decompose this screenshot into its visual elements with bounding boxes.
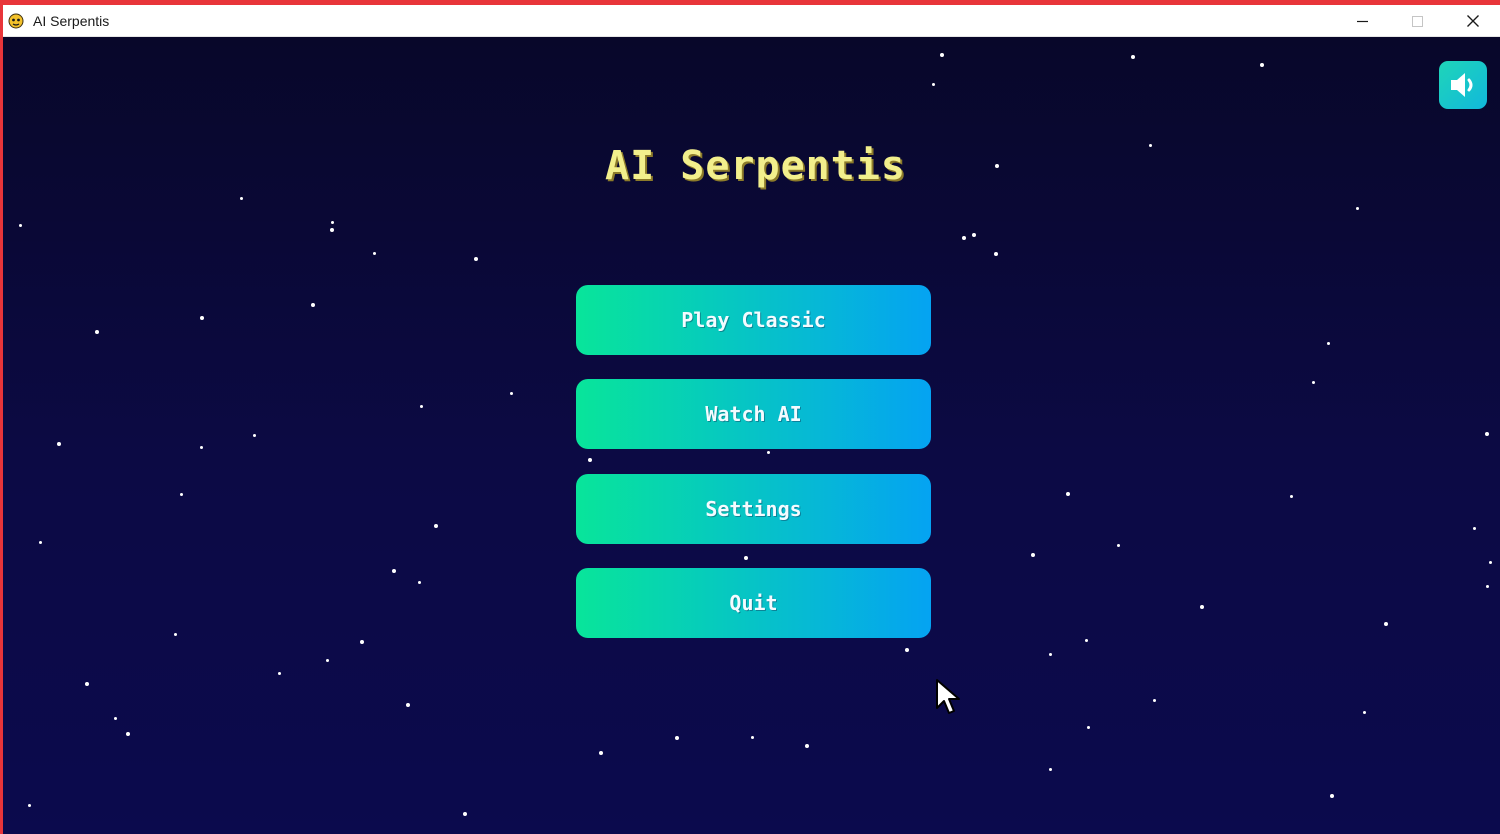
- star: [940, 53, 944, 57]
- star: [1200, 605, 1204, 609]
- star: [39, 541, 42, 544]
- star: [1473, 527, 1476, 530]
- quit-button[interactable]: Quit: [576, 568, 931, 638]
- star: [1489, 561, 1492, 564]
- star: [373, 252, 376, 255]
- star: [1085, 639, 1088, 642]
- star: [392, 569, 396, 573]
- window-controls: [1335, 5, 1500, 37]
- star: [905, 648, 909, 652]
- star: [240, 197, 243, 200]
- star: [1290, 495, 1293, 498]
- star: [1066, 492, 1070, 496]
- star: [1356, 207, 1359, 210]
- close-button[interactable]: [1445, 5, 1500, 37]
- star: [331, 221, 334, 224]
- star: [767, 451, 770, 454]
- star: [360, 640, 364, 644]
- star: [1131, 55, 1135, 59]
- star: [474, 257, 478, 261]
- star: [200, 446, 203, 449]
- sound-toggle-button[interactable]: [1439, 61, 1487, 109]
- star: [1384, 622, 1388, 626]
- star: [463, 812, 467, 816]
- minimize-icon: [1357, 20, 1368, 22]
- star: [200, 316, 204, 320]
- star: [1363, 711, 1366, 714]
- game-title: AI Serpentis: [605, 143, 906, 189]
- star: [85, 682, 89, 686]
- star: [994, 252, 998, 256]
- star: [406, 703, 410, 707]
- star: [1031, 553, 1035, 557]
- star: [278, 672, 281, 675]
- star: [1312, 381, 1315, 384]
- mouse-cursor-icon: [936, 679, 960, 714]
- maximize-button[interactable]: [1390, 5, 1445, 37]
- star: [253, 434, 256, 437]
- star: [1485, 432, 1489, 436]
- star: [418, 581, 421, 584]
- star: [744, 556, 748, 560]
- star: [434, 524, 438, 528]
- star: [675, 736, 679, 740]
- star: [57, 442, 61, 446]
- window-titlebar[interactable]: AI Serpentis: [3, 5, 1500, 37]
- star: [599, 751, 603, 755]
- settings-button[interactable]: Settings: [576, 474, 931, 544]
- star: [1117, 544, 1120, 547]
- star: [180, 493, 183, 496]
- star: [1153, 699, 1156, 702]
- star: [510, 392, 513, 395]
- star: [1486, 585, 1489, 588]
- star: [174, 633, 177, 636]
- play-classic-button[interactable]: Play Classic: [576, 285, 931, 355]
- star: [1260, 63, 1264, 67]
- star: [420, 405, 423, 408]
- star: [19, 224, 22, 227]
- maximize-icon: [1412, 15, 1423, 27]
- star: [805, 744, 809, 748]
- star: [932, 83, 935, 86]
- game-canvas: AI Serpentis Play Classic Watch AI Setti…: [3, 37, 1500, 834]
- star: [1327, 342, 1330, 345]
- star: [326, 659, 329, 662]
- star: [1049, 768, 1052, 771]
- star: [95, 330, 99, 334]
- star: [972, 233, 976, 237]
- watch-ai-button[interactable]: Watch AI: [576, 379, 931, 449]
- star: [1330, 794, 1334, 798]
- star: [1087, 726, 1090, 729]
- star: [311, 303, 315, 307]
- star: [962, 236, 966, 240]
- window-title: AI Serpentis: [33, 12, 110, 29]
- star: [588, 458, 592, 462]
- speaker-on-icon: [1451, 73, 1473, 97]
- close-icon: [1466, 15, 1479, 27]
- star: [751, 736, 754, 739]
- app-icon: [8, 13, 24, 28]
- star: [330, 228, 334, 232]
- star: [114, 717, 117, 720]
- star: [126, 732, 130, 736]
- app-window: AI Serpentis AI Serpentis Play Classic W…: [0, 0, 1500, 834]
- minimize-button[interactable]: [1335, 5, 1390, 37]
- star: [28, 804, 31, 807]
- star: [1049, 653, 1052, 656]
